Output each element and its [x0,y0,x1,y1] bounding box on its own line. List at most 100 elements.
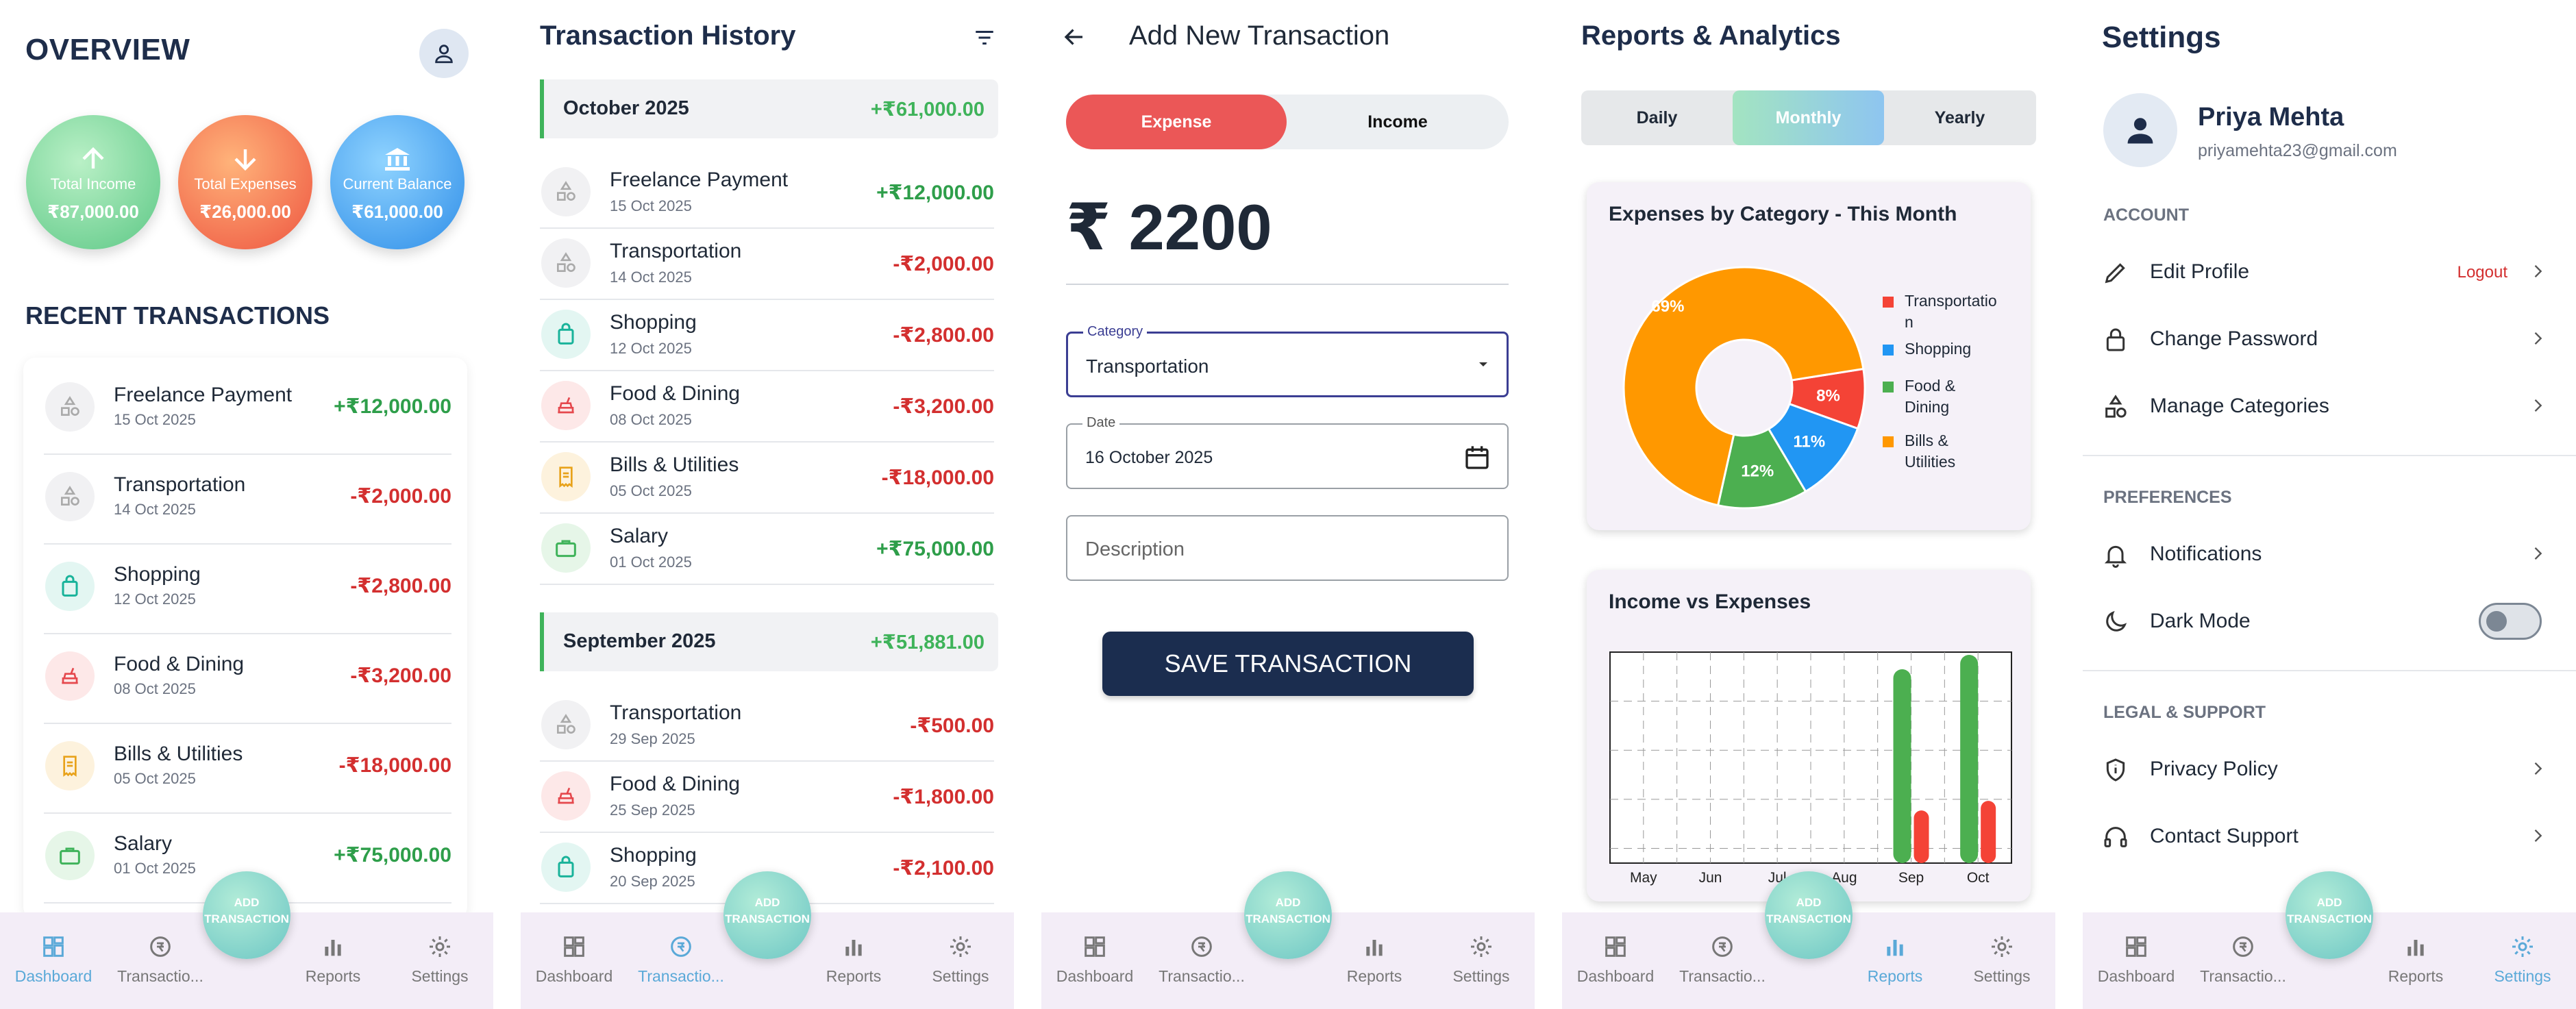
legend-item: Shopping [1883,338,2021,360]
current-balance-label: Current Balance [343,175,452,192]
nav-settings[interactable]: Settings [1433,933,1529,986]
briefcase-icon [541,523,591,573]
date-value: 16 October 2025 [1085,448,1213,467]
add-transaction-fab[interactable]: ADD TRANSACTION [203,871,290,959]
notifications-row[interactable]: Notifications [2083,521,2576,586]
category-label: Category [1083,324,1148,340]
legend-label: Transportatio n [1905,292,1997,331]
nav-transactions[interactable]: Transactio... [1154,933,1250,986]
table-row[interactable]: Bills & Utilities 05 Oct 2025 -₹18,000.00 [540,441,994,514]
person-icon [435,45,453,64]
list-item[interactable]: Food & Dining 08 Oct 2025 -₹3,200.00 [44,634,451,724]
category-value: Transportation [1086,356,1209,377]
change-password-row[interactable]: Change Password [2083,306,2576,371]
nav-dashboard[interactable]: Dashboard [2088,933,2184,986]
transaction-date: 15 Oct 2025 [610,197,692,214]
pie-data-label: 69% [1651,297,1684,316]
amount-underline [1066,284,1509,285]
transaction-name: Bills & Utilities [114,743,243,765]
list-item[interactable]: Freelance Payment 15 Oct 2025 +₹12,000.00 [44,364,451,455]
nav-label: Transactio... [2200,967,2286,985]
nav-settings[interactable]: Settings [392,933,488,986]
nav-settings[interactable]: Settings [2475,933,2571,986]
nav-reports[interactable]: Reports [285,933,381,986]
expense-tab[interactable]: Expense [1066,95,1287,149]
nav-dashboard[interactable]: Dashboard [526,933,622,986]
date-label: Date [1082,415,1120,431]
category-icon [541,167,591,216]
nav-settings[interactable]: Settings [1954,933,2050,986]
transaction-name: Shopping [114,563,201,586]
shopping-bag-icon [45,562,95,611]
transaction-date: 12 Oct 2025 [114,590,196,608]
save-transaction-button[interactable]: SAVE TRANSACTION [1102,632,1474,696]
calendar-icon[interactable] [1463,444,1491,471]
logout-link[interactable]: Logout [2457,263,2507,282]
nav-reports[interactable]: Reports [2368,933,2464,986]
nav-dashboard[interactable]: Dashboard [5,933,101,986]
add-transaction-fab[interactable]: ADD TRANSACTION [2286,871,2373,959]
nav-transactions[interactable]: Transactio... [112,933,208,986]
reports-icon [1366,940,1383,956]
period-yearly[interactable]: Yearly [1884,90,2035,145]
transaction-amount: -₹2,000.00 [350,485,451,508]
table-row[interactable]: Shopping 12 Oct 2025 -₹2,800.00 [540,299,994,371]
table-row[interactable]: Salary 01 Oct 2025 +₹75,000.00 [540,512,994,585]
table-row[interactable]: Food & Dining 25 Sep 2025 -₹1,800.00 [540,760,994,833]
transaction-amount: +₹12,000.00 [334,395,451,418]
table-row[interactable]: Transportation 14 Oct 2025 -₹2,000.00 [540,227,994,300]
add-transaction-fab[interactable]: ADD TRANSACTION [1244,871,1332,959]
nav-reports[interactable]: Reports [1847,933,1943,986]
table-row[interactable]: Transportation 29 Sep 2025 -₹500.00 [540,689,994,762]
transaction-date: 25 Sep 2025 [610,801,695,819]
list-item[interactable]: Bills & Utilities 05 Oct 2025 -₹18,000.00 [44,723,451,814]
receipt-icon [541,452,591,501]
transactions-icon [150,936,171,957]
nav-dashboard[interactable]: Dashboard [1568,933,1663,986]
nav-transactions[interactable]: Transactio... [633,933,729,986]
chevron-right-icon [2534,332,2542,345]
list-item[interactable]: Shopping 12 Oct 2025 -₹2,800.00 [44,544,451,634]
table-row[interactable]: Freelance Payment 15 Oct 2025 +₹12,000.00 [540,156,994,229]
privacy-policy-row[interactable]: Privacy Policy [2083,736,2576,801]
manage-categories-row[interactable]: Manage Categories [2083,373,2576,438]
nav-reports[interactable]: Reports [806,933,902,986]
nav-dashboard[interactable]: Dashboard [1047,933,1143,986]
nav-transactions[interactable]: Transactio... [1674,933,1770,986]
filter-icon[interactable] [973,26,996,49]
legend-item: Food & Dining [1883,375,2021,418]
transaction-name: Shopping [610,844,697,867]
recent-transactions-list: Freelance Payment 15 Oct 2025 +₹12,000.00 T… [23,358,467,919]
category-select[interactable]: Category Transportation [1066,324,1509,397]
contact-support-row[interactable]: Contact Support [2083,803,2576,869]
period-monthly[interactable]: Monthly [1733,90,1884,145]
dark-mode-toggle[interactable] [2479,603,2542,640]
transaction-amount: -₹500.00 [910,714,994,737]
amount-input[interactable]: ₹ 2200 [1066,190,1272,265]
list-item[interactable]: Transportation 14 Oct 2025 -₹2,000.00 [44,454,451,545]
transaction-name: Transportation [610,701,742,724]
table-row[interactable]: Food & Dining 08 Oct 2025 -₹3,200.00 [540,370,994,443]
description-field[interactable]: Description [1066,515,1509,581]
edit-profile-row[interactable]: Edit Profile Logout [2083,238,2576,304]
nav-reports[interactable]: Reports [1326,933,1422,986]
account-header: ACCOUNT [2103,205,2189,225]
add-transaction-fab[interactable]: ADD TRANSACTION [1765,871,1853,959]
transaction-date: 20 Sep 2025 [610,873,695,890]
category-icon [541,700,591,749]
income-tab[interactable]: Income [1287,95,1509,149]
nav-settings[interactable]: Settings [913,933,1008,986]
edit-profile-label: Edit Profile [2150,260,2250,283]
back-arrow-icon[interactable] [1062,25,1087,49]
nav-transactions[interactable]: Transactio... [2195,933,2291,986]
period-daily[interactable]: Daily [1581,90,1733,145]
category-icon [2105,395,2127,418]
date-field[interactable]: Date 16 October 2025 [1066,415,1509,489]
transaction-name: Food & Dining [114,653,245,675]
transaction-amount: +₹12,000.00 [876,182,994,204]
profile-button[interactable] [419,29,469,78]
add-transaction-fab[interactable]: ADD TRANSACTION [723,871,811,959]
transaction-amount: -₹2,100.00 [893,857,994,880]
nav-label: Transactio... [117,967,203,985]
category-icon [541,238,591,288]
